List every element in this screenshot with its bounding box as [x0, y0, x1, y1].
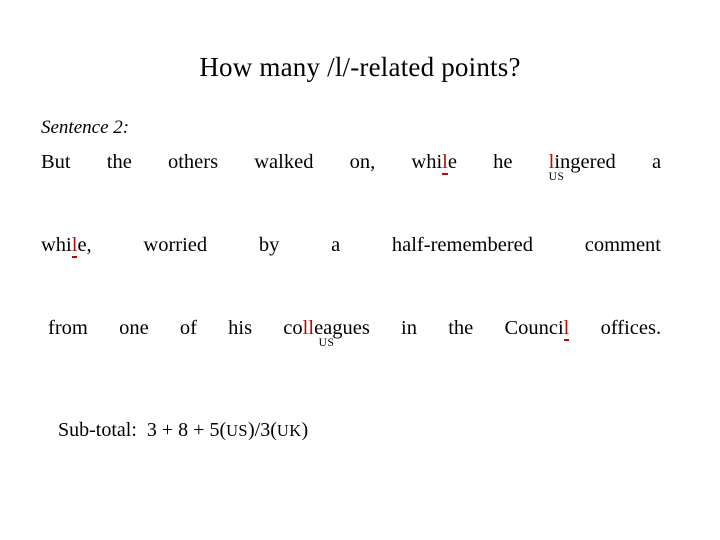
word-but: But	[41, 151, 71, 173]
dialect-tag-us-colleagues: US	[318, 337, 335, 349]
subtotal-expression-b: )/3(	[248, 419, 277, 441]
colleagues-suffix: eagues	[314, 317, 370, 339]
highlighted-l-while-2: l	[71, 234, 78, 258]
word-while-2: while,	[41, 232, 92, 258]
sentence-line-3: from one of his colleagues US in the Coun…	[41, 315, 662, 349]
highlighted-l-council: l	[563, 317, 570, 341]
dialect-tag-us-lingered: US	[548, 171, 565, 183]
word-the-2: the	[448, 317, 474, 339]
word-a: a	[651, 151, 662, 173]
word-of: of	[179, 317, 197, 339]
word-in: in	[401, 317, 417, 339]
sentence-line-2: while, worried by a half-remembered comm…	[41, 232, 661, 258]
word-comment: comment	[584, 234, 662, 256]
while-suffix: e	[447, 151, 457, 173]
word-others: others	[167, 151, 219, 173]
word-the: the	[106, 151, 132, 173]
word-offices: offices.	[600, 317, 662, 339]
word-on: on,	[349, 151, 376, 173]
word-his: his	[228, 317, 253, 339]
subtotal-tag-us: US	[226, 421, 249, 440]
word-a-2: a	[331, 234, 341, 256]
subtotal-line: Sub-total: 3 + 8 + 5(US)/3(UK)	[58, 417, 308, 444]
word-council: Council	[504, 317, 570, 341]
while2-suffix: e,	[77, 234, 92, 256]
highlighted-l-while-1: l	[442, 151, 448, 175]
word-by: by	[258, 234, 280, 256]
while-prefix: whi	[411, 151, 443, 173]
highlighted-l-lingered: l	[548, 151, 555, 173]
subtotal-label: Sub-total:	[58, 419, 137, 441]
subtotal-spacer	[137, 419, 147, 441]
word-walked: walked	[254, 151, 314, 173]
slide-canvas: How many /l/-related points? Sentence 2:…	[0, 0, 720, 540]
sentence-line-1: But the others walked on, while he linge…	[41, 149, 662, 183]
word-one: one	[119, 317, 149, 339]
subtotal-tag-uk: UK	[276, 421, 302, 440]
word-worried: worried	[143, 234, 208, 256]
colleagues-prefix: co	[283, 317, 303, 339]
slide-body: Sentence 2: But the others walked on, wh…	[41, 115, 662, 349]
word-colleagues: colleagues US	[283, 315, 370, 349]
subtotal-expression-c: )	[301, 419, 309, 441]
highlighted-ll-colleagues: ll	[302, 317, 315, 339]
word-he: he	[493, 151, 513, 173]
word-from: from	[48, 317, 88, 339]
word-while-1: while	[411, 149, 457, 175]
council-prefix: Counci	[504, 317, 564, 339]
sentence-label: Sentence 2:	[41, 117, 130, 138]
word-lingered: lingered US	[548, 149, 616, 183]
while2-prefix: whi	[41, 234, 72, 256]
page-title: How many /l/-related points?	[199, 52, 521, 82]
lingered-suffix: ingered	[554, 151, 616, 173]
subtotal-expression-a: 3 + 8 + 5(	[146, 419, 227, 441]
word-half-remembered: half-remembered	[391, 234, 534, 256]
